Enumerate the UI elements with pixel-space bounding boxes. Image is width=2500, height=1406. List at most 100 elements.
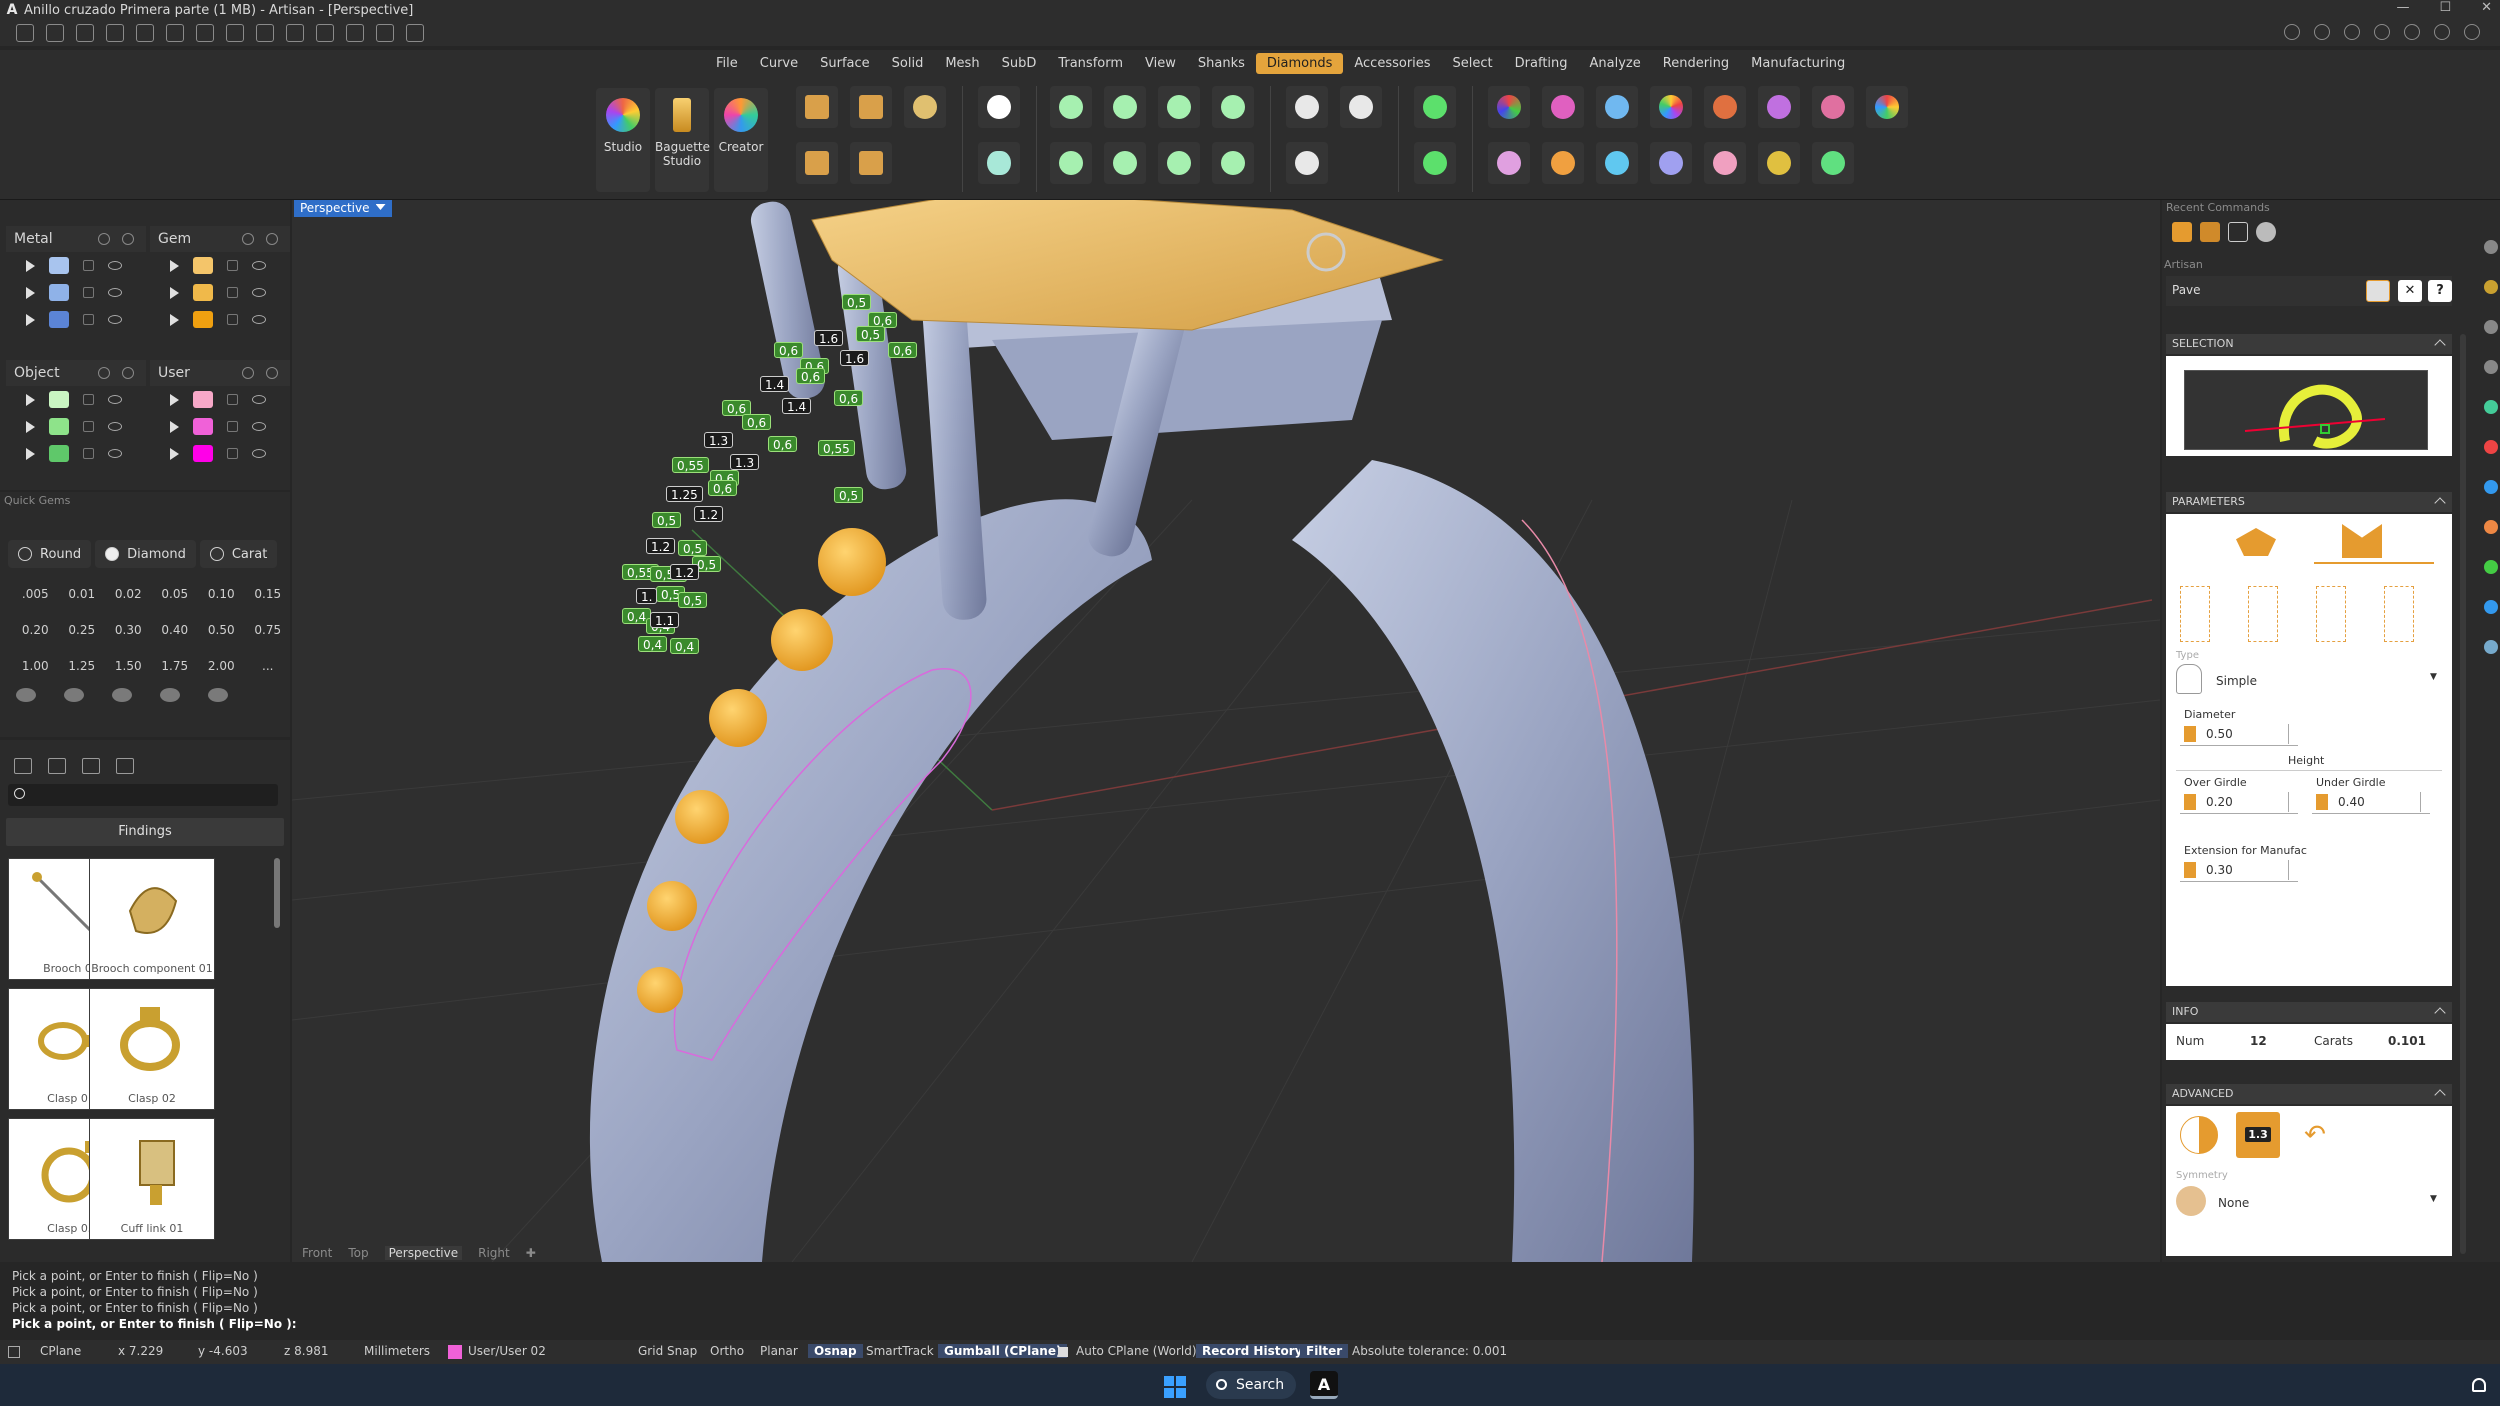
auto-cplane-toggle[interactable]: Auto CPlane (World) <box>1076 1344 1197 1358</box>
layout-option-2[interactable] <box>2248 586 2278 642</box>
gem-tool-10-button[interactable] <box>1542 142 1584 184</box>
expand-icon[interactable] <box>26 420 35 433</box>
cplane-icon[interactable] <box>8 1346 20 1358</box>
gems-array-button[interactable] <box>904 86 946 128</box>
menu-tab-mesh[interactable]: Mesh <box>934 53 990 74</box>
expand-icon[interactable] <box>170 313 179 326</box>
layout-option-1[interactable] <box>2180 586 2210 642</box>
artisan-app-icon[interactable]: A <box>1310 1371 1338 1399</box>
layer-row[interactable] <box>6 252 146 279</box>
minimize-icon[interactable]: — <box>2396 0 2409 15</box>
layer-color-swatch[interactable] <box>193 445 213 462</box>
expand-icon[interactable] <box>170 286 179 299</box>
planar-toggle[interactable]: Planar <box>760 1344 798 1358</box>
lock-icon[interactable] <box>83 260 94 271</box>
lock-icon[interactable] <box>242 367 254 379</box>
gumball-toggle[interactable]: Gumball (CPlane) <box>938 1344 1068 1358</box>
layer-color-swatch[interactable] <box>49 391 69 408</box>
carat-option[interactable]: 0.75 <box>245 618 292 642</box>
expand-icon[interactable] <box>26 286 35 299</box>
expand-icon[interactable] <box>170 447 179 460</box>
expand-icon[interactable] <box>26 447 35 460</box>
gallery-lower[interactable] <box>992 320 1382 440</box>
selection-section-header[interactable]: SELECTION <box>2166 334 2452 354</box>
menu-tab-view[interactable]: View <box>1134 53 1187 74</box>
tab-top[interactable]: Top <box>348 1246 368 1260</box>
grid-view-icon[interactable] <box>116 758 134 774</box>
panel-tab-icon[interactable] <box>2484 280 2498 294</box>
eye-icon[interactable] <box>108 261 122 270</box>
round-gem-button[interactable] <box>978 86 1020 128</box>
account-icon[interactable] <box>2404 24 2420 40</box>
checkbox-icon[interactable] <box>1058 1347 1068 1357</box>
carat-option[interactable]: 2.00 <box>198 654 245 678</box>
gem-shape-icon[interactable] <box>64 688 84 702</box>
grid-snap-toggle[interactable]: Grid Snap <box>638 1344 697 1358</box>
gem-tool-1-button[interactable] <box>1488 86 1530 128</box>
panel-tab-icon[interactable] <box>2484 320 2498 334</box>
layout-option-3[interactable] <box>2316 586 2346 642</box>
viewport-label[interactable]: Perspective <box>294 200 392 217</box>
new-file-icon[interactable] <box>16 24 34 42</box>
gem-tool-4-button[interactable] <box>1650 86 1692 128</box>
bar-setting-button[interactable] <box>1104 142 1146 184</box>
gem-tool-5-button[interactable] <box>1704 86 1746 128</box>
help-icon[interactable]: ? <box>2428 280 2452 302</box>
panel-tab-icon[interactable] <box>2484 560 2498 574</box>
undo-icon[interactable]: ↶ <box>2298 1118 2332 1152</box>
layer-color-swatch[interactable] <box>193 418 213 435</box>
layer-row[interactable] <box>150 306 290 333</box>
lock-icon[interactable] <box>227 421 238 432</box>
pave-gem[interactable] <box>637 967 683 1013</box>
open-folder-icon[interactable] <box>106 24 124 42</box>
layer-color-swatch[interactable] <box>193 391 213 408</box>
over-girdle-input[interactable]: 0.20 <box>2180 790 2298 814</box>
windows-start-icon[interactable] <box>1164 1376 1186 1398</box>
import-icon[interactable] <box>316 24 334 42</box>
ok-button[interactable] <box>2366 280 2390 302</box>
add-folder-icon[interactable] <box>48 758 66 774</box>
carat-option[interactable]: 0.05 <box>152 582 199 606</box>
eye-icon[interactable] <box>252 395 266 404</box>
library-item[interactable]: Brooch component 01 <box>89 858 215 980</box>
gem-tool-12-button[interactable] <box>1650 142 1692 184</box>
carat-option[interactable]: 1.25 <box>59 654 106 678</box>
menu-tab-subd[interactable]: SubD <box>991 53 1048 74</box>
layer-color-swatch[interactable] <box>49 445 69 462</box>
layer-row[interactable] <box>150 252 290 279</box>
tension-setting-button[interactable] <box>1158 142 1200 184</box>
close-icon[interactable]: ✕ <box>2481 0 2492 15</box>
menu-tab-solid[interactable]: Solid <box>881 53 935 74</box>
tab-perspective[interactable]: Perspective <box>384 1246 463 1260</box>
channel-setting-button[interactable] <box>1050 142 1092 184</box>
pave-line-button[interactable] <box>796 86 838 128</box>
cplane-label[interactable]: CPlane <box>40 1344 81 1358</box>
library-search-input[interactable] <box>8 784 278 806</box>
carat-option[interactable]: 1.75 <box>152 654 199 678</box>
folder-icon[interactable] <box>14 758 32 774</box>
panel-tab-icon[interactable] <box>2484 240 2498 254</box>
expand-icon[interactable] <box>170 393 179 406</box>
pave-mode-icon[interactable] <box>2342 524 2382 558</box>
expand-icon[interactable] <box>26 313 35 326</box>
lock-icon[interactable] <box>2284 24 2300 40</box>
add-tab-icon[interactable]: ✚ <box>526 1246 536 1260</box>
star-setting-button[interactable] <box>1212 142 1254 184</box>
pave-cluster-button[interactable] <box>1340 86 1382 128</box>
under-girdle-input[interactable]: 0.40 <box>2312 790 2430 814</box>
parameters-section-header[interactable]: PARAMETERS <box>2166 492 2452 512</box>
layer-row[interactable] <box>150 279 290 306</box>
category-dropdown[interactable]: Findings <box>6 818 284 846</box>
chevron-down-icon[interactable] <box>375 204 386 210</box>
gem-tool-15-button[interactable] <box>1812 142 1854 184</box>
current-layer[interactable]: User/User 02 <box>468 1344 546 1358</box>
cut-diamond-button[interactable]: Diamond <box>95 540 196 568</box>
gems-on-curve-button[interactable] <box>850 86 892 128</box>
prong-setting-button[interactable] <box>1050 86 1092 128</box>
lock-icon[interactable] <box>83 314 94 325</box>
diameter-input[interactable]: 0.50 <box>2180 722 2298 746</box>
layer-row[interactable] <box>150 413 290 440</box>
menu-tab-curve[interactable]: Curve <box>749 53 809 74</box>
menu-tab-analyze[interactable]: Analyze <box>1579 53 1652 74</box>
carat-option[interactable]: 0.20 <box>12 618 59 642</box>
